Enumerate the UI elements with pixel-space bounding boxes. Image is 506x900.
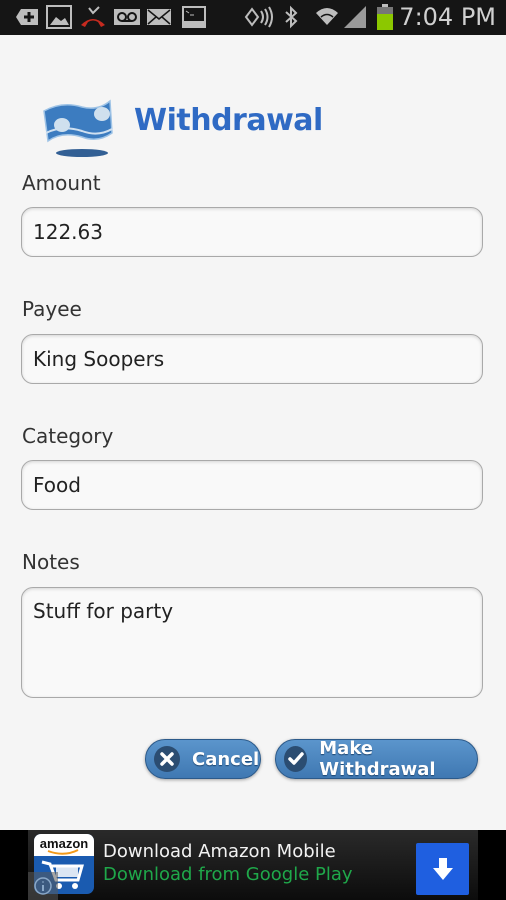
payee-label: Payee	[22, 297, 82, 321]
ad-info-icon[interactable]	[28, 872, 58, 900]
payee-input[interactable]: King Soopers	[21, 334, 483, 384]
add-notification-icon	[12, 6, 40, 28]
terminal-icon	[181, 6, 207, 28]
page-header: Withdrawal	[0, 35, 506, 157]
status-bar: 7:04 PM	[0, 0, 506, 35]
page-title: Withdrawal	[134, 103, 323, 138]
missed-call-icon	[79, 6, 107, 28]
email-icon	[146, 6, 172, 28]
cancel-button-label: Cancel	[192, 748, 260, 770]
download-arrow-icon	[432, 858, 453, 880]
nfc-icon	[243, 6, 277, 28]
close-icon	[154, 746, 180, 772]
ad-subline: Download from Google Play	[103, 864, 353, 885]
ad-banner[interactable]: amazon Download Amazon Mobile Download f…	[0, 830, 506, 900]
amazon-logo-text: amazon	[40, 836, 88, 851]
signal-icon	[342, 6, 368, 28]
clock: 7:04 PM	[399, 3, 496, 31]
make-withdrawal-button-label: Make Withdrawal	[319, 738, 436, 780]
category-label: Category	[22, 424, 114, 448]
battery-icon	[376, 4, 394, 30]
bluetooth-icon	[284, 5, 298, 29]
gallery-icon	[46, 5, 72, 29]
category-input[interactable]: Food	[21, 460, 483, 510]
amount-label: Amount	[22, 171, 101, 195]
voicemail-icon	[113, 6, 141, 28]
amount-input[interactable]: 122.63	[21, 207, 483, 257]
cancel-button[interactable]: Cancel	[145, 739, 261, 779]
checkmark-icon	[284, 746, 308, 772]
notes-label: Notes	[22, 550, 80, 574]
make-withdrawal-button[interactable]: Make Withdrawal	[275, 738, 478, 780]
wifi-icon	[314, 6, 340, 28]
money-bill-icon	[42, 97, 114, 164]
notes-textarea[interactable]: Stuff for party	[21, 587, 483, 698]
ad-download-button[interactable]	[416, 843, 469, 895]
ad-headline: Download Amazon Mobile	[103, 841, 336, 862]
